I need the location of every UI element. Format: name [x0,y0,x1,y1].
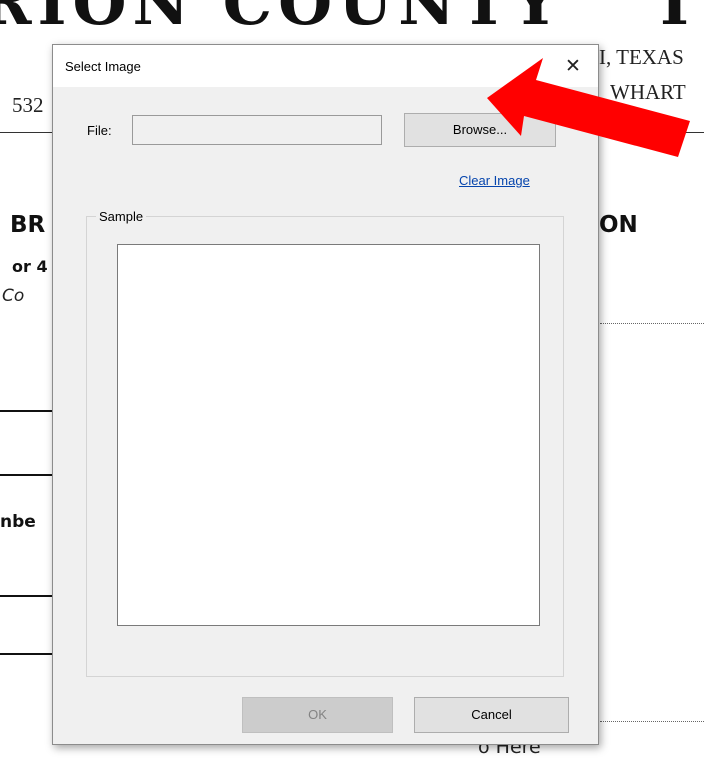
red-arrow-annotation [487,58,690,157]
arrow-shape [487,58,690,157]
